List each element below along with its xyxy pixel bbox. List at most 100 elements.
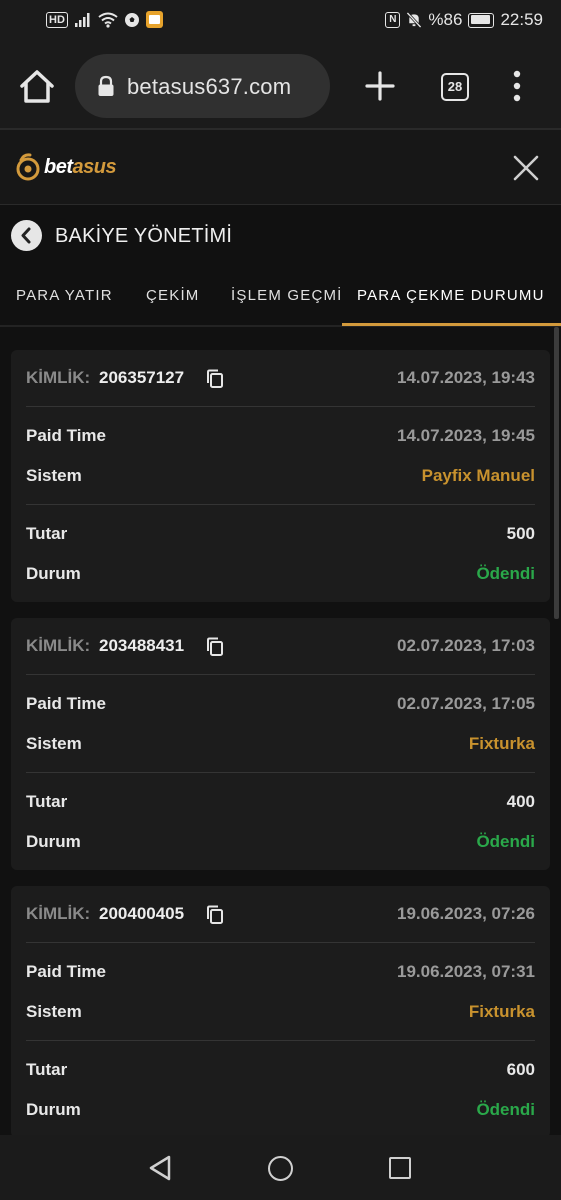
- status-badge: Ödendi: [476, 564, 535, 583]
- amount-row: Tutar 400: [26, 792, 535, 814]
- scrollbar[interactable]: [554, 327, 559, 619]
- system-value: Payfix Manuel: [421, 466, 535, 485]
- created-date: 19.06.2023, 07:26: [396, 904, 535, 923]
- withdrawal-list[interactable]: KİMLİK: 206357127 14.07.2023, 19:43 Paid…: [0, 327, 561, 1135]
- home-icon[interactable]: [18, 68, 56, 104]
- app-notification-icon: [145, 11, 163, 28]
- divider: [26, 674, 535, 675]
- mute-bell-icon: [406, 12, 423, 28]
- divider: [26, 406, 535, 407]
- system-row: Sistem Fixturka: [26, 734, 535, 756]
- browser-toolbar: betasus637.com 28: [0, 42, 561, 130]
- card-header: KİMLİK: 200400405 19.06.2023, 07:26: [26, 904, 535, 928]
- site-header: betasus: [0, 130, 561, 205]
- paid-time-value: 02.07.2023, 17:05: [396, 694, 535, 713]
- amount-value: 400: [506, 792, 535, 811]
- card-header: KİMLİK: 203488431 02.07.2023, 17:03: [26, 636, 535, 660]
- id-label: KİMLİK:: [26, 368, 91, 387]
- nav-recents-icon[interactable]: [389, 1157, 411, 1179]
- system-row: Sistem Fixturka: [26, 1002, 535, 1024]
- withdrawal-id: 203488431: [99, 636, 185, 655]
- amount-value: 600: [506, 1060, 535, 1079]
- amount-label: Tutar: [26, 524, 68, 543]
- active-tab-indicator: [342, 323, 561, 326]
- amount-label: Tutar: [26, 1060, 68, 1079]
- system-label: Sistem: [26, 734, 82, 753]
- divider: [26, 504, 535, 505]
- system-value: Fixturka: [468, 734, 535, 753]
- amount-value: 500: [506, 524, 535, 543]
- signal-icon: [74, 12, 90, 27]
- paid-time-row: Paid Time 02.07.2023, 17:05: [26, 694, 535, 716]
- paid-time-value: 19.06.2023, 07:31: [396, 962, 535, 981]
- id-label: KİMLİK:: [26, 636, 91, 655]
- battery-icon: [468, 12, 495, 28]
- system-label: Sistem: [26, 466, 82, 485]
- lock-icon: [98, 75, 114, 96]
- copy-icon[interactable]: [206, 905, 224, 925]
- url-text: betasus637.com: [127, 74, 292, 99]
- copy-icon[interactable]: [206, 369, 224, 389]
- status-bar: HD N %86 22:59: [0, 0, 561, 42]
- tab-switcher-button[interactable]: 28: [441, 73, 469, 101]
- soccer-ball-icon: [124, 12, 139, 27]
- new-tab-icon[interactable]: [364, 70, 396, 102]
- system-row: Sistem Payfix Manuel: [26, 466, 535, 488]
- divider: [26, 1040, 535, 1041]
- paid-time-row: Paid Time 19.06.2023, 07:31: [26, 962, 535, 984]
- divider: [26, 942, 535, 943]
- status-row: Durum Ödendi: [26, 564, 535, 586]
- withdrawal-card: KİMLİK: 206357127 14.07.2023, 19:43 Paid…: [11, 350, 550, 602]
- divider: [26, 772, 535, 773]
- id-label: KİMLİK:: [26, 904, 91, 923]
- withdrawal-card: KİMLİK: 200400405 19.06.2023, 07:26 Paid…: [11, 886, 550, 1135]
- paid-time-label: Paid Time: [26, 426, 106, 445]
- nfc-icon: N: [385, 12, 401, 28]
- brand-logo[interactable]: betasus: [15, 153, 117, 181]
- nav-home-icon[interactable]: [268, 1156, 293, 1181]
- system-label: Sistem: [26, 1002, 82, 1021]
- created-date: 14.07.2023, 19:43: [396, 368, 535, 387]
- status-icons-left: HD: [46, 11, 163, 28]
- tab-deposit[interactable]: PARA YATIR: [16, 287, 113, 304]
- page-title: BAKİYE YÖNETİMİ: [55, 225, 233, 247]
- clock: 22:59: [500, 10, 543, 29]
- system-nav-bar: [0, 1135, 561, 1200]
- tab-transaction-history[interactable]: İŞLEM GEÇMİ: [231, 287, 343, 304]
- status-label: Durum: [26, 832, 81, 851]
- copy-icon[interactable]: [206, 637, 224, 657]
- card-header: KİMLİK: 206357127 14.07.2023, 19:43: [26, 368, 535, 392]
- status-row: Durum Ödendi: [26, 1100, 535, 1122]
- amount-label: Tutar: [26, 792, 68, 811]
- address-bar[interactable]: betasus637.com: [75, 54, 330, 118]
- paid-time-label: Paid Time: [26, 694, 106, 713]
- amount-row: Tutar 500: [26, 524, 535, 546]
- withdrawal-id: 206357127: [99, 368, 185, 387]
- withdrawal-card: KİMLİK: 203488431 02.07.2023, 17:03 Paid…: [11, 618, 550, 870]
- status-badge: Ödendi: [476, 832, 535, 851]
- created-date: 02.07.2023, 17:03: [396, 636, 535, 655]
- close-icon[interactable]: [513, 155, 539, 181]
- status-badge: Ödendi: [476, 1100, 535, 1119]
- system-value: Fixturka: [468, 1002, 535, 1021]
- tab-withdrawal-status[interactable]: PARA ÇEKME DURUMU: [357, 287, 545, 304]
- page-title-bar: BAKİYE YÖNETİMİ: [0, 205, 561, 267]
- more-menu-icon[interactable]: [511, 70, 523, 102]
- paid-time-label: Paid Time: [26, 962, 106, 981]
- status-icons-right: N %86 22:59: [385, 10, 543, 30]
- tab-withdraw[interactable]: ÇEKİM: [146, 287, 200, 304]
- amount-row: Tutar 600: [26, 1060, 535, 1082]
- status-row: Durum Ödendi: [26, 832, 535, 854]
- back-button[interactable]: [11, 220, 42, 251]
- logo-mark-icon: [16, 153, 40, 181]
- battery-percent: %86: [428, 10, 463, 29]
- chevron-left-icon: [21, 227, 31, 244]
- nav-back-icon[interactable]: [148, 1155, 172, 1181]
- wifi-icon: [98, 12, 118, 28]
- withdrawal-id: 200400405: [99, 904, 185, 923]
- paid-time-row: Paid Time 14.07.2023, 19:45: [26, 426, 535, 448]
- status-label: Durum: [26, 564, 81, 583]
- balance-tabs: PARA YATIR ÇEKİM İŞLEM GEÇMİ PARA ÇEKME …: [0, 267, 561, 327]
- paid-time-value: 14.07.2023, 19:45: [396, 426, 535, 445]
- status-label: Durum: [26, 1100, 81, 1119]
